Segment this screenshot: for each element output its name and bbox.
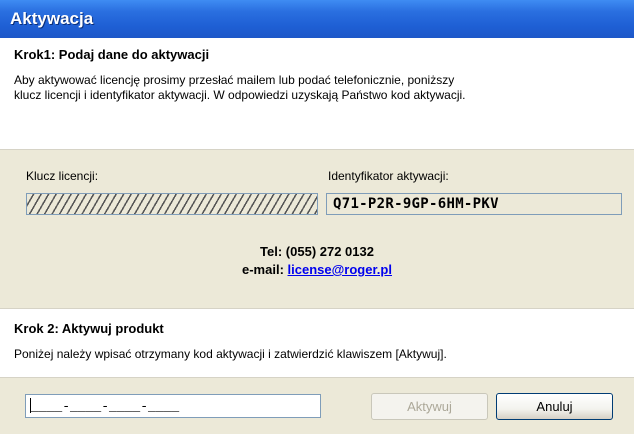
step1-text-line2: klucz licencji i identyfikator aktywacji… (14, 88, 466, 102)
contact-phone: Tel: (055) 272 0132 (0, 244, 634, 259)
step1-panel: Krok1: Podaj dane do aktywacji Aby aktyw… (0, 38, 634, 150)
activation-code-mask: ____-____-____-____ (31, 399, 180, 414)
window-title: Aktywacja (0, 0, 634, 38)
contact-email: e-mail: license@roger.pl (0, 262, 634, 277)
activation-id-label: Identyfikator aktywacji: (328, 169, 449, 183)
step1-heading: Krok1: Podaj dane do aktywacji (14, 47, 210, 62)
phone-label: Tel: (260, 244, 283, 259)
step2-panel: Krok 2: Aktywuj produkt Poniżej należy w… (0, 308, 634, 378)
activation-code-input[interactable]: ____-____-____-____ (25, 394, 321, 418)
activate-button[interactable]: Aktywuj (371, 393, 488, 420)
license-key-field (26, 193, 318, 215)
license-key-label: Klucz licencji: (26, 169, 99, 183)
step2-heading: Krok 2: Aktywuj produkt (14, 321, 164, 336)
step1-text-line1: Aby aktywować licencję prosimy przesłać … (14, 73, 455, 87)
activation-id-field[interactable]: Q71-P2R-9GP-6HM-PKV (326, 193, 622, 215)
email-label: e-mail: (242, 262, 284, 277)
email-link[interactable]: license@roger.pl (288, 262, 392, 277)
phone-value: (055) 272 0132 (285, 244, 374, 259)
step2-text: Poniżej należy wpisać otrzymany kod akty… (14, 347, 447, 361)
cancel-button[interactable]: Anuluj (496, 393, 613, 420)
